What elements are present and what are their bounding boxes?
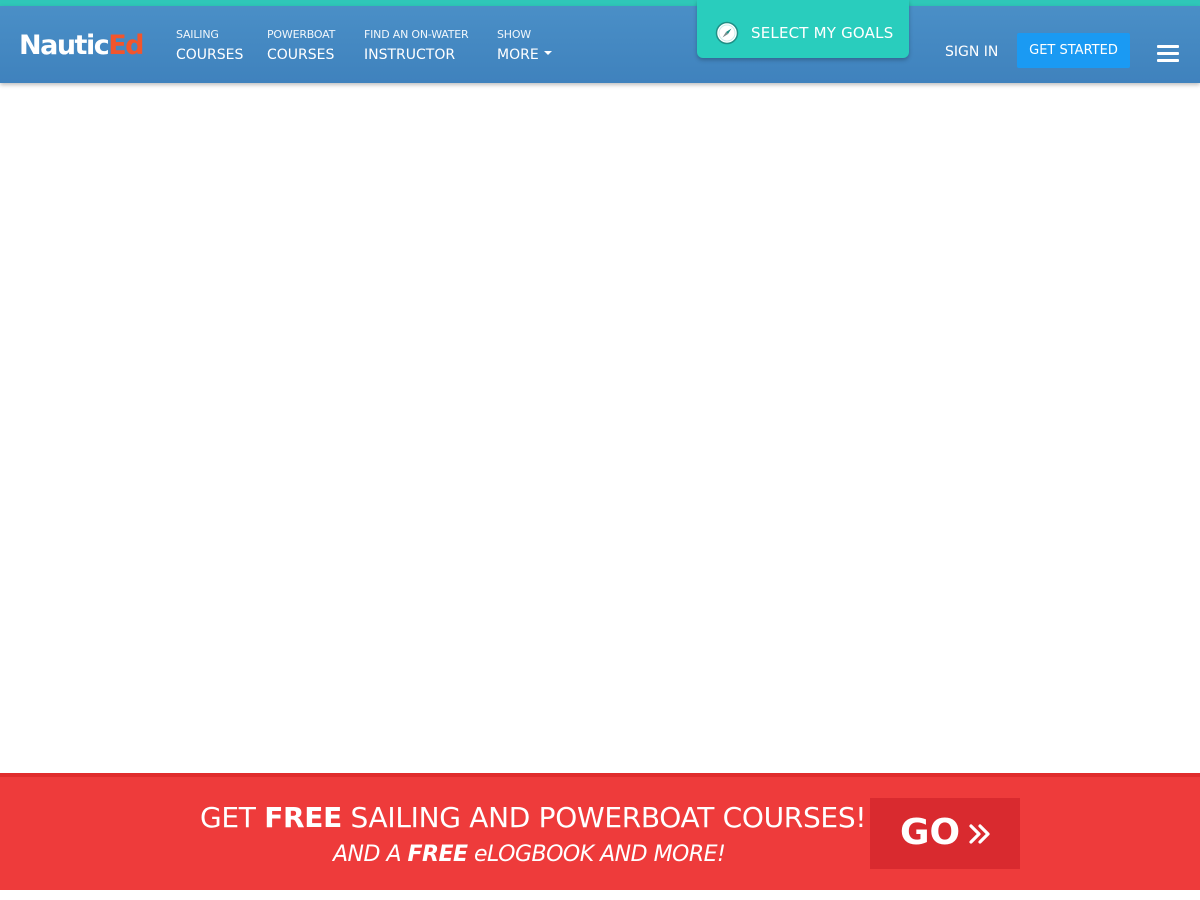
sign-in-link[interactable]: SIGN IN	[945, 43, 998, 61]
hamburger-menu-icon[interactable]	[1157, 45, 1179, 62]
nav-item-label: MORE	[497, 47, 539, 63]
banner-subline: AND A FREE eLOGBOOK AND MORE!	[333, 840, 853, 870]
banner-subline-pre: AND A	[333, 842, 408, 867]
nav-item-sublabel: SAILING	[176, 28, 219, 41]
nav-item-label: COURSES	[176, 47, 244, 63]
banner-headline-pre: GET	[200, 801, 265, 834]
nav-item-sublabel: SHOW	[497, 28, 531, 41]
banner-headline-bold: FREE	[264, 801, 342, 834]
logo[interactable]: NauticEd	[19, 30, 144, 61]
logo-part-ed: Ed	[108, 30, 144, 61]
navbar: NauticEd SAILING COURSES POWERBOAT COURS…	[0, 6, 1200, 83]
go-label: GO	[900, 812, 961, 853]
banner-subline-post: eLOGBOOK AND MORE!	[467, 842, 726, 867]
nav-show-more[interactable]: SHOW MORE	[497, 28, 552, 65]
caret-down-icon	[543, 51, 552, 55]
nav-find-instructor[interactable]: FIND AN ON-WATER INSTRUCTOR	[364, 28, 469, 65]
logo-part-nautic: Nautic	[19, 30, 110, 61]
double-chevron-right-icon	[969, 824, 990, 844]
nav-powerboat-courses[interactable]: POWERBOAT COURSES	[267, 28, 335, 65]
compass-icon	[715, 21, 739, 45]
promo-banner: GET FREE SAILING AND POWERBOAT COURSES! …	[0, 773, 1200, 890]
nav-item-label: INSTRUCTOR	[364, 47, 456, 63]
banner-headline: GET FREE SAILING AND POWERBOAT COURSES!	[200, 799, 867, 837]
banner-subline-bold: FREE	[407, 842, 468, 867]
banner-headline-post: SAILING AND POWERBOAT COURSES!	[341, 801, 867, 834]
nav-item-sublabel: FIND AN ON-WATER	[364, 28, 469, 41]
nav-item-label: COURSES	[267, 47, 335, 63]
nav-item-sublabel: POWERBOAT	[267, 28, 336, 41]
select-goals-label: SELECT MY GOALS	[751, 24, 894, 42]
go-button[interactable]: GO	[870, 798, 1020, 869]
nav-sailing-courses[interactable]: SAILING COURSES	[176, 28, 243, 65]
get-started-button[interactable]: GET STARTED	[1017, 33, 1130, 68]
select-goals-button[interactable]: SELECT MY GOALS	[697, 0, 909, 58]
